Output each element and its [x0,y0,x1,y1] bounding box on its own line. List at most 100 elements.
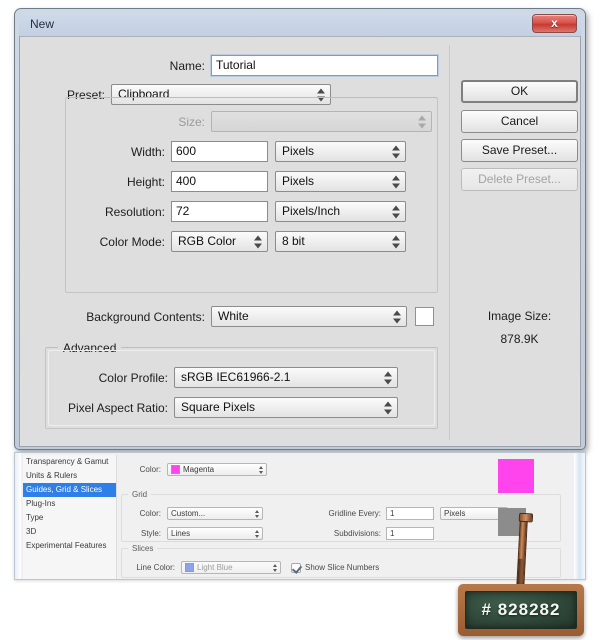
gridline-unit-value: Pixels [444,509,466,518]
width-unit-select[interactable]: Pixels [275,141,406,162]
grid-color-value: Custom... [171,509,206,518]
grid-color-row: Color: Custom... [131,507,263,520]
dialog-titlebar: New x [19,13,581,36]
ok-button[interactable]: OK [461,80,578,103]
sidebar-item-type[interactable]: Type [23,511,116,525]
height-label: Height: [126,174,165,189]
guides-color-row: Color: Magenta [131,463,267,476]
cancel-button[interactable]: Cancel [461,110,578,133]
gridline-every-label: Gridline Every: [328,509,381,518]
size-row: Size: [20,111,440,132]
chevron-updown-icon [392,310,401,323]
color-depth-value: 8 bit [282,234,305,248]
color-mode-label: Color Mode: [99,234,165,249]
guides-color-select[interactable]: Magenta [167,463,267,476]
grid-style-label: Style: [140,529,161,538]
show-slice-numbers-label: Show Slice Numbers [305,563,380,572]
slices-legend: Slices [128,544,158,553]
width-row: Width: 600 Pixels [20,141,445,162]
show-slice-numbers-checkbox[interactable]: Show Slice Numbers [291,562,380,573]
subdivisions-input[interactable]: 1 [386,527,434,540]
pixel-aspect-ratio-row: Pixel Aspect Ratio: Square Pixels [20,397,440,418]
chevron-updown-icon [391,205,400,218]
chevron-updown-icon [383,371,392,384]
chevron-updown-icon [391,235,400,248]
chevron-updown-icon [254,509,259,518]
chevron-updown-icon [391,175,400,188]
color-profile-select[interactable]: sRGB IEC61966-2.1 [174,367,398,388]
width-unit-value: Pixels [282,144,315,158]
grid-style-row: Style: Lines [131,527,263,540]
background-contents-value: White [218,309,249,323]
slice-line-color-swatch [185,563,194,572]
resolution-unit-value: Pixels/Inch [282,204,341,218]
sidebar-item-units-rulers[interactable]: Units & Rulers [23,469,116,483]
color-profile-label: Color Profile: [98,370,168,385]
close-button[interactable]: x [532,14,577,33]
color-profile-row: Color Profile: sRGB IEC61966-2.1 [20,367,440,388]
slice-line-color-row: Line Color: Light Blue Show Slice Number… [121,561,379,574]
pixel-aspect-ratio-label: Pixel Aspect Ratio: [67,400,168,415]
chevron-updown-icon [383,401,392,414]
height-input[interactable]: 400 [171,171,268,192]
background-contents-select[interactable]: White [211,306,407,327]
background-contents-row: Background Contents: White [20,306,450,327]
grid-color-select[interactable]: Custom... [167,507,263,520]
chevron-updown-icon [417,115,426,128]
sidebar-item-transparency-gamut[interactable]: Transparency & Gamut [23,455,116,469]
height-row: Height: 400 Pixels [20,171,445,192]
guides-color-value: Magenta [183,465,215,474]
width-input[interactable]: 600 [171,141,268,162]
width-label: Width: [130,144,165,159]
panel-right-edge [574,453,585,579]
guides-color-swatch [171,465,180,474]
delete-preset-button: Delete Preset... [461,168,578,191]
gridline-every-row: Gridline Every: 1 Pixels [309,507,508,520]
panel-divider [449,45,450,440]
color-depth-select[interactable]: 8 bit [275,231,406,252]
color-mode-value: RGB Color [178,234,237,248]
name-input[interactable]: Tutorial [210,54,439,77]
pixel-aspect-ratio-select[interactable]: Square Pixels [174,397,398,418]
grid-style-value: Lines [171,529,191,538]
chevron-updown-icon [253,235,262,248]
resolution-unit-select[interactable]: Pixels/Inch [275,201,406,222]
grid-legend: Grid [128,490,152,499]
color-mode-select[interactable]: RGB Color [171,231,268,252]
preferences-sidebar: Transparency & Gamut Units & Rulers Guid… [23,455,117,579]
guides-color-label: Color: [139,465,161,474]
height-unit-value: Pixels [282,174,315,188]
height-unit-select[interactable]: Pixels [275,171,406,192]
image-size-label: Image Size: [487,309,552,323]
grid-style-select[interactable]: Lines [167,527,263,540]
sidebar-item-plug-ins[interactable]: Plug-Ins [23,497,116,511]
gridline-every-input[interactable]: 1 [386,507,434,520]
new-document-dialog: New x Name: Tutorial Preset: Clipboard S… [14,8,586,450]
chevron-updown-icon [254,529,259,538]
advanced-legend: Advanced [58,341,122,355]
chalkboard-surface: # 828282 [465,591,577,629]
hex-value-callout: # 828282 [458,584,584,636]
resolution-input[interactable]: 72 [171,201,268,222]
sidebar-item-experimental-features[interactable]: Experimental Features [23,539,116,553]
slice-line-color-select[interactable]: Light Blue [181,561,281,574]
name-row: Name: Tutorial [20,54,440,77]
color-mode-row: Color Mode: RGB Color 8 bit [20,231,445,252]
background-color-swatch[interactable] [415,307,434,326]
magenta-color-swatch[interactable] [498,459,534,493]
grid-color-label: Color: [139,509,161,518]
resolution-row: Resolution: 72 Pixels/Inch [20,201,445,222]
check-icon [291,562,301,573]
chevron-updown-icon [258,465,263,474]
panel-left-edge [15,453,21,579]
chevron-updown-icon [272,563,277,572]
sidebar-item-guides-grid-slices[interactable]: Guides, Grid & Slices [23,483,116,497]
hex-value-text: # 828282 [481,600,561,619]
save-preset-button[interactable]: Save Preset... [461,139,578,162]
screenshot-root: New x Name: Tutorial Preset: Clipboard S… [0,0,600,640]
image-size-value: 878.9K [500,332,539,346]
resolution-label: Resolution: [104,204,165,219]
chevron-updown-icon [391,145,400,158]
subdivisions-label: Subdivisions: [333,529,381,538]
sidebar-item-3d[interactable]: 3D [23,525,116,539]
